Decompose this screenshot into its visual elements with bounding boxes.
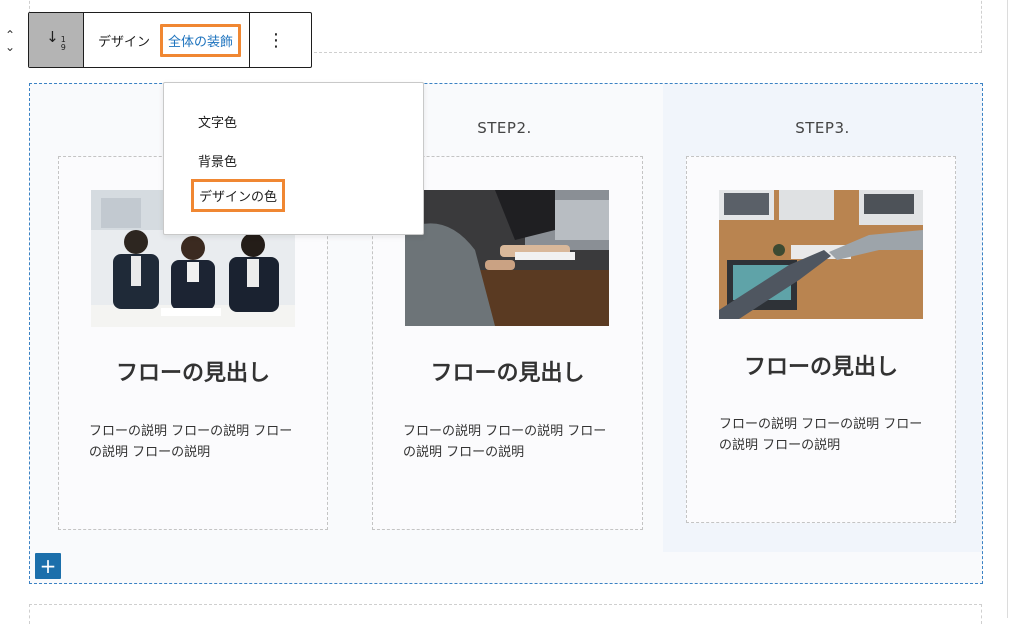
block-mover[interactable]: ⌃ ⌄ [0, 26, 20, 56]
sort-numeric-icon: ↓ 1 9 [46, 28, 66, 52]
menu-item-design-color[interactable]: デザインの色 [191, 179, 286, 212]
card-description[interactable]: フローの説明 フローの説明 フローの説明 フローの説明 [89, 421, 303, 463]
add-step-button[interactable]: + [35, 553, 61, 579]
card-description[interactable]: フローの説明 フローの説明 フローの説明 フローの説明 [719, 414, 933, 456]
step-label: STEP3. [795, 119, 850, 137]
previous-heading-glimpse [42, 0, 188, 7]
card-description[interactable]: フローの説明 フローの説明 フローの説明 フローの説明 [403, 421, 617, 463]
menu-item-text-color[interactable]: 文字色 [198, 112, 237, 131]
toolbar-design-group: デザイン 全体の装飾 [84, 13, 251, 67]
editor-canvas: ⌃ ⌄ ↓ 1 9 デザイン 全体の装飾 ⋮ フローの見出し フローの説明 フロ… [0, 0, 1024, 624]
handshake-desk-photo [719, 190, 923, 319]
content-edge-rule [1007, 0, 1008, 618]
menu-item-background-color[interactable]: 背景色 [198, 151, 237, 170]
flow-card[interactable]: フローの見出し フローの説明 フローの説明 フローの説明 フローの説明 [686, 156, 956, 523]
block-type-button[interactable]: ↓ 1 9 [29, 13, 84, 67]
design-button[interactable]: デザイン [98, 31, 150, 50]
flow-step-3[interactable]: STEP3. フローの見出し フローの説明 フローの説明 フローの説明 フローの… [663, 84, 982, 552]
card-title[interactable]: フローの見出し [687, 349, 955, 381]
global-decoration-button[interactable]: 全体の装飾 [160, 23, 242, 57]
move-down-icon[interactable]: ⌄ [5, 41, 15, 53]
card-title[interactable]: フローの見出し [373, 355, 642, 387]
plus-icon: + [39, 554, 57, 578]
more-options-button[interactable]: ⋮ [250, 13, 302, 67]
block-toolbar: ↓ 1 9 デザイン 全体の装飾 ⋮ [28, 12, 312, 68]
next-block[interactable] [29, 604, 982, 624]
global-decoration-dropdown: 文字色 背景色 デザインの色 [163, 82, 424, 235]
card-title[interactable]: フローの見出し [59, 355, 327, 387]
vertical-ellipsis-icon: ⋮ [267, 29, 286, 51]
meeting-hands-photo [405, 190, 609, 326]
